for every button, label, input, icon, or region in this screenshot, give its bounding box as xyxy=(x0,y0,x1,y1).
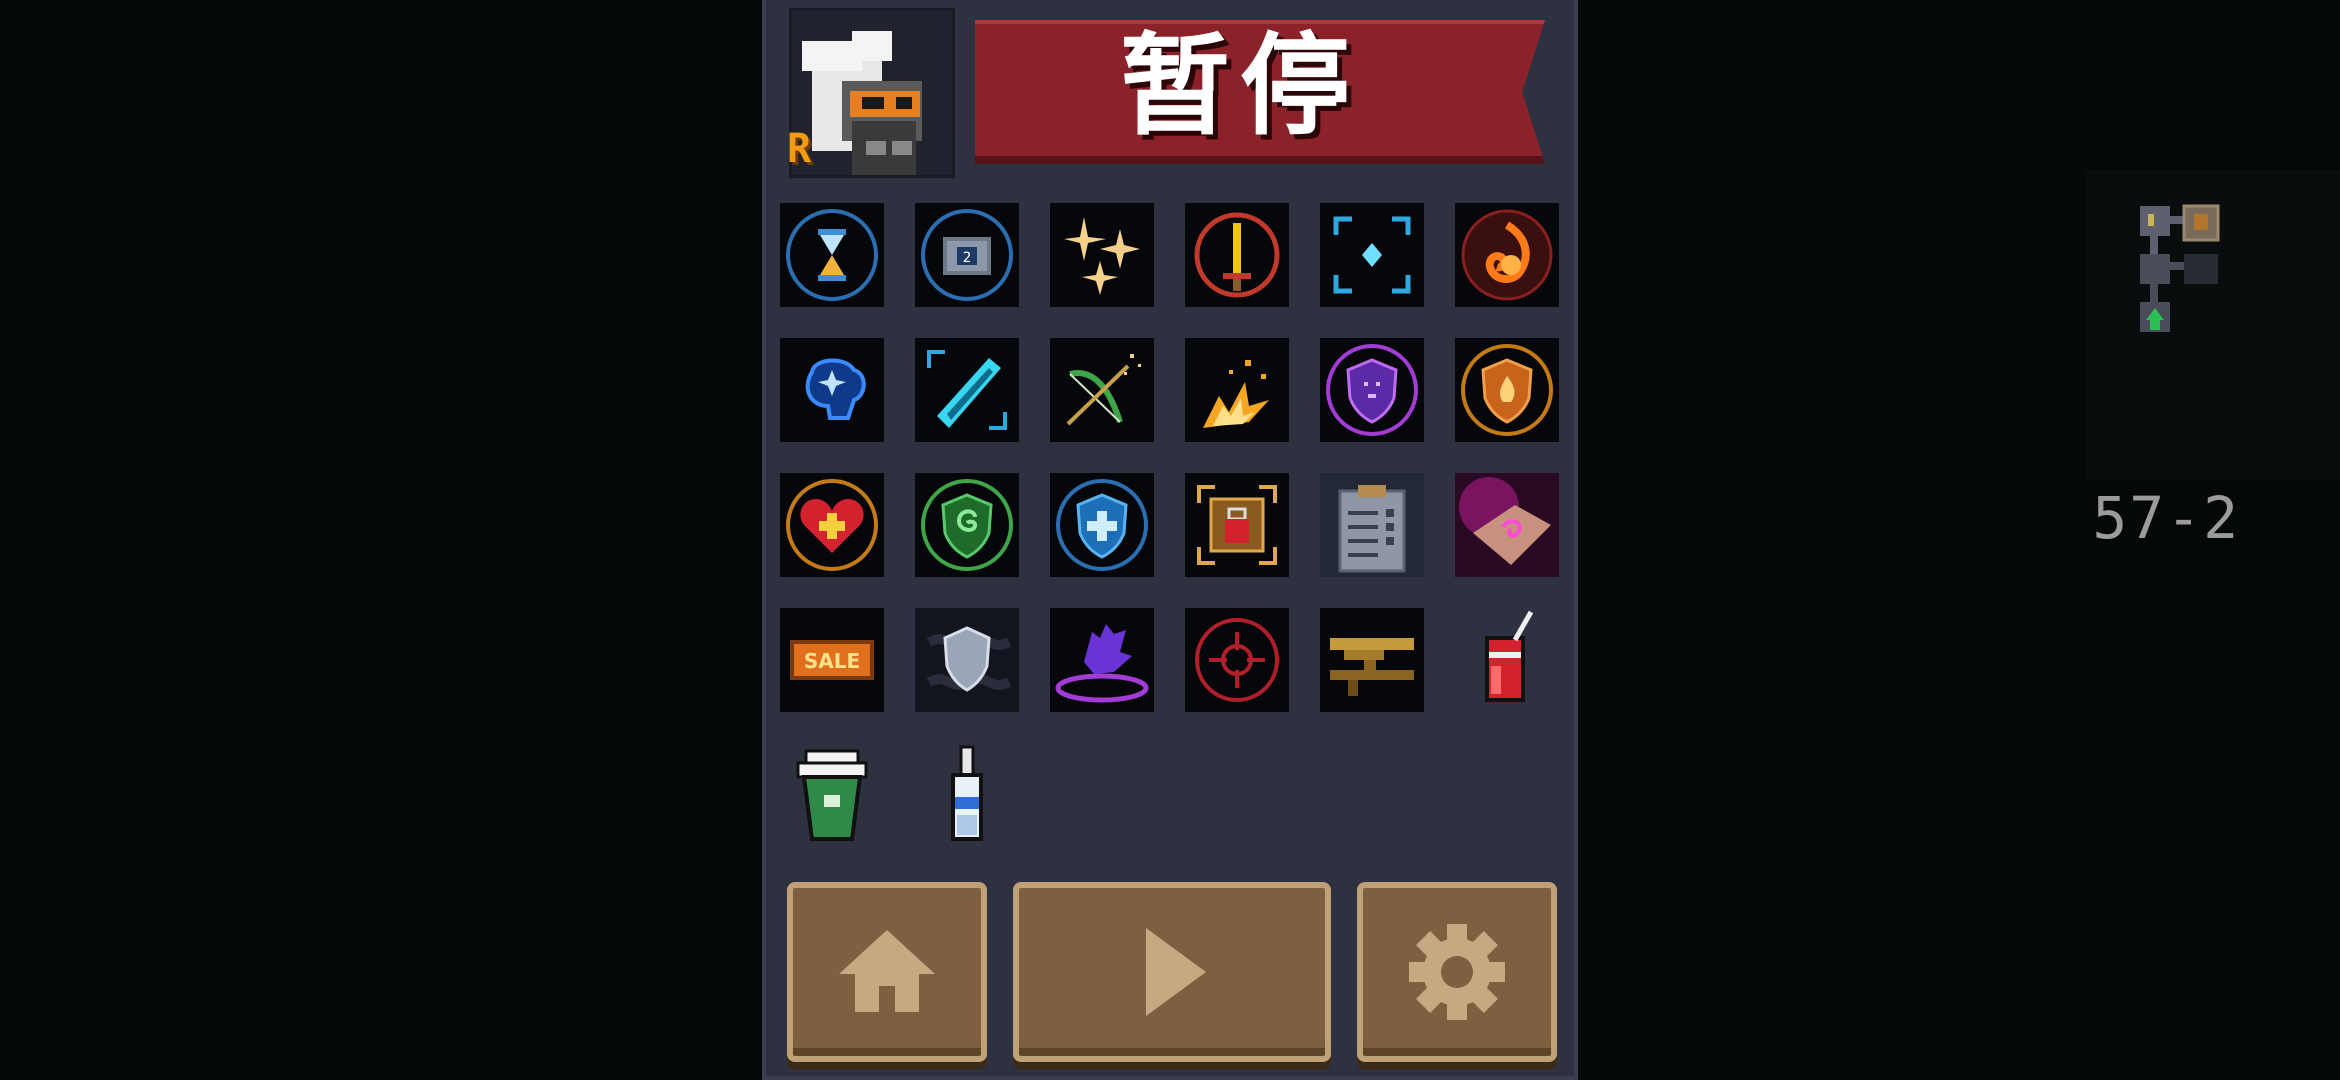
green-bow-icon xyxy=(1066,354,1141,426)
green-cup-icon xyxy=(796,749,868,841)
buff-sword-circle[interactable] xyxy=(1185,203,1289,307)
buff-purple-shield[interactable] xyxy=(1320,338,1424,442)
buff-green-shield[interactable] xyxy=(915,473,1019,577)
buff-bow[interactable] xyxy=(1050,338,1154,442)
silver-shield-icon xyxy=(926,626,1012,692)
rank-badge: R xyxy=(787,126,812,172)
heart-plus-icon xyxy=(786,479,878,571)
red-soda-can-icon xyxy=(1485,610,1534,702)
buff-fire-shield[interactable] xyxy=(1455,338,1559,442)
minimap[interactable] xyxy=(2140,200,2240,360)
home-icon xyxy=(839,930,935,1012)
buff-blue-shield[interactable] xyxy=(1050,473,1154,577)
sword-circle-icon xyxy=(1194,212,1280,298)
buff-explosion[interactable] xyxy=(1185,338,1289,442)
water-bottle-icon xyxy=(951,745,983,841)
explosion-spark-icon xyxy=(1203,360,1269,428)
sparkles-icon xyxy=(1064,217,1140,295)
svg-text:SALE: SALE xyxy=(804,649,860,673)
buff-sparkles[interactable] xyxy=(1050,203,1154,307)
dungeon-map-icon xyxy=(2140,204,2220,332)
buff-potion-lock[interactable] xyxy=(1185,473,1289,577)
target-frame-diamond-icon xyxy=(1333,216,1411,294)
purple-shield-icon xyxy=(1326,344,1418,436)
blue-cross-shield-icon xyxy=(1056,479,1148,571)
level-indicator: 57-2 xyxy=(2092,484,2240,552)
cyan-blade-icon xyxy=(927,350,1007,430)
buff-heart[interactable] xyxy=(780,473,884,577)
sale-sign-icon: SALE xyxy=(790,640,874,680)
buff-target-frame[interactable] xyxy=(1320,203,1424,307)
blue-brain-icon xyxy=(805,358,866,420)
buff-hourglass[interactable] xyxy=(780,203,884,307)
golden-rifle-icon xyxy=(1330,638,1414,696)
item-green-cup[interactable] xyxy=(780,743,884,847)
magic-scroll-icon xyxy=(1459,477,1551,565)
purple-hand-portal-icon xyxy=(1055,624,1149,703)
buff-fire-swirl[interactable] xyxy=(1455,203,1559,307)
settings-button[interactable] xyxy=(1357,882,1557,1062)
buff-brain[interactable] xyxy=(780,338,884,442)
buff-crosshair[interactable] xyxy=(1185,608,1289,712)
buff-chest[interactable]: 2 xyxy=(915,203,1019,307)
buff-hand-portal[interactable] xyxy=(1050,608,1154,712)
buff-blade[interactable] xyxy=(915,338,1019,442)
buff-clipboard[interactable] xyxy=(1320,473,1424,577)
left-background xyxy=(0,0,762,1080)
resume-button[interactable] xyxy=(1013,882,1331,1062)
play-icon xyxy=(1146,928,1206,1016)
buff-golden-rifle[interactable] xyxy=(1320,608,1424,712)
buff-silver-shield[interactable] xyxy=(915,608,1019,712)
item-water-bottle[interactable] xyxy=(915,743,1019,847)
svg-text:2: 2 xyxy=(963,250,971,266)
buff-sale[interactable]: SALE xyxy=(780,608,884,712)
gear-icon xyxy=(1409,924,1505,1020)
item-soda-can[interactable] xyxy=(1455,608,1559,712)
page-title: 暂停 xyxy=(1120,22,1360,150)
chest-2-icon: 2 xyxy=(921,209,1013,301)
hourglass-icon xyxy=(786,209,878,301)
fire-swirl-icon xyxy=(1461,209,1553,301)
green-swirl-shield-icon xyxy=(921,479,1013,571)
home-button[interactable] xyxy=(787,882,987,1062)
potion-lock-icon xyxy=(1197,485,1277,565)
fire-shield-icon xyxy=(1461,344,1553,436)
buff-magic-scroll[interactable] xyxy=(1455,473,1559,577)
clipboard-checklist-icon xyxy=(1338,485,1406,573)
red-crosshair-icon xyxy=(1195,618,1279,702)
